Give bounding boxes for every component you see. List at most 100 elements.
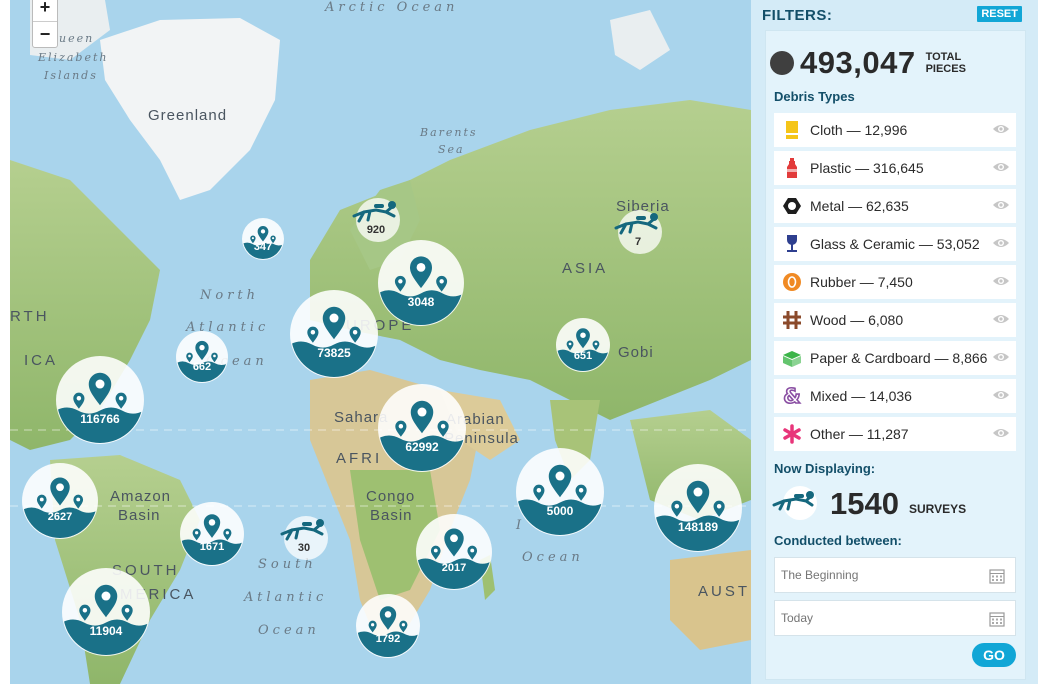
eye-icon[interactable] — [992, 275, 1010, 287]
survey-cluster[interactable]: 11904 — [62, 568, 150, 656]
cluster-count: 1792 — [375, 633, 401, 646]
debris-item[interactable]: & Mixed — 14,036 — [774, 379, 1016, 413]
survey-cluster[interactable]: 3048 — [378, 240, 464, 326]
cluster-count: 116766 — [80, 412, 120, 427]
map-label-amazon-2: Basin — [118, 507, 161, 524]
cluster-pin-icon — [378, 384, 466, 472]
debris-item-label: Wood — 6,080 — [810, 312, 904, 328]
debris-item-label: Paper & Cardboard — 8,866 — [810, 350, 988, 366]
cluster-count: 3048 — [407, 294, 435, 309]
diver-icon — [772, 486, 817, 520]
map-label-queen-elizabeth-2: Elizabeth — [38, 51, 109, 64]
survey-cluster[interactable]: 116766 — [56, 356, 144, 444]
cluster-count: 62992 — [405, 440, 439, 455]
map-label-greenland: Greenland — [148, 107, 228, 124]
zoom-control: + − — [32, 0, 58, 48]
diver-icon — [614, 210, 662, 254]
go-button[interactable]: GO — [972, 643, 1016, 667]
start-date-input[interactable] — [781, 568, 971, 582]
end-date-field[interactable] — [774, 600, 1016, 636]
surveys-count: 1540 SURVEYS — [770, 483, 966, 525]
cluster-count: 73825 — [317, 346, 351, 361]
total-pieces: 493,047 TOTAL PIECES — [770, 45, 966, 81]
eye-icon[interactable] — [992, 351, 1010, 363]
conducted-between-title: Conducted between: — [774, 533, 902, 548]
diver-marker[interactable]: 7 — [610, 204, 666, 260]
survey-cluster[interactable]: 2627 — [22, 463, 98, 539]
start-date-field[interactable] — [774, 557, 1016, 593]
survey-cluster[interactable]: 62992 — [378, 384, 466, 472]
glass-icon — [774, 227, 810, 261]
eye-icon[interactable] — [992, 199, 1010, 211]
debris-item[interactable]: Metal — 62,635 — [774, 189, 1016, 223]
debris-item-label: Plastic — 316,645 — [810, 160, 924, 176]
cluster-count: 2017 — [441, 561, 467, 574]
eye-icon[interactable] — [992, 313, 1010, 325]
eye-icon[interactable] — [992, 427, 1010, 439]
world-map[interactable]: + − Arctic Ocean Queen Elizabeth Islands Gre… — [10, 0, 751, 684]
debris-item-label: Mixed — 14,036 — [810, 388, 912, 404]
debris-item-label: Rubber — 7,450 — [810, 274, 913, 290]
cluster-pin-icon — [180, 502, 244, 566]
end-date-input[interactable] — [781, 611, 971, 625]
survey-cluster[interactable]: 347 — [242, 218, 284, 260]
survey-cluster[interactable]: 148189 — [654, 464, 742, 552]
zoom-out-button[interactable]: − — [33, 21, 57, 47]
calendar-icon[interactable] — [989, 568, 1005, 584]
debris-item[interactable]: Glass & Ceramic — 53,052 — [774, 227, 1016, 261]
map-label-south-atl-3: Ocean — [258, 623, 320, 638]
eye-icon[interactable] — [992, 123, 1010, 135]
cluster-pin-icon — [290, 290, 378, 378]
other-asterisk-icon — [774, 417, 810, 451]
reset-button[interactable]: RESET — [977, 6, 1022, 22]
debris-item[interactable]: Other — 11,287 — [774, 417, 1016, 451]
filters-panel: FILTERS: RESET 493,047 TOTAL PIECES Debr… — [751, 0, 1038, 684]
map-label-africa: AFRI — [336, 450, 383, 467]
wood-icon — [774, 303, 810, 337]
plastic-bottle-icon — [774, 151, 810, 185]
survey-cluster[interactable]: 662 — [176, 331, 228, 383]
debris-item[interactable]: Wood — 6,080 — [774, 303, 1016, 337]
diver-marker[interactable]: 920 — [348, 192, 404, 248]
now-displaying-title: Now Displaying: — [774, 461, 876, 476]
paper-box-icon — [774, 341, 810, 375]
survey-cluster[interactable]: 73825 — [290, 290, 378, 378]
surveys-value: 1540 — [830, 486, 899, 521]
debris-item[interactable]: Rubber — 7,450 — [774, 265, 1016, 299]
debris-types-title: Debris Types — [774, 89, 855, 104]
survey-cluster[interactable]: 2017 — [416, 514, 492, 590]
debris-item[interactable]: Plastic — 316,645 — [774, 151, 1016, 185]
map-label-congo: Congo — [366, 488, 416, 505]
survey-cluster[interactable]: 1671 — [180, 502, 244, 566]
total-dot-icon — [770, 51, 794, 75]
survey-cluster[interactable]: 5000 — [516, 448, 604, 536]
survey-cluster[interactable]: 1792 — [356, 594, 420, 658]
map-label-asia: ASIA — [562, 260, 609, 277]
cluster-pin-icon — [654, 464, 742, 552]
cluster-pin-icon — [516, 448, 604, 536]
metal-nut-icon — [774, 189, 810, 223]
calendar-icon[interactable] — [989, 611, 1005, 627]
map-label-indian-ocean: Ocean — [522, 550, 584, 565]
cluster-pin-icon — [416, 514, 492, 590]
cluster-pin-icon — [242, 218, 284, 260]
cluster-pin-icon — [556, 318, 610, 372]
debris-item[interactable]: Cloth — 12,996 — [774, 113, 1016, 147]
debris-item-label: Glass & Ceramic — 53,052 — [810, 236, 980, 252]
cluster-pin-icon — [176, 331, 228, 383]
cluster-pin-icon — [22, 463, 98, 539]
diver-marker[interactable]: 30 — [276, 510, 332, 566]
eye-icon[interactable] — [992, 237, 1010, 249]
cloth-icon — [774, 113, 810, 147]
debris-item-label: Metal — 62,635 — [810, 198, 909, 214]
debris-item-label: Other — 11,287 — [810, 426, 909, 442]
eye-icon[interactable] — [992, 161, 1010, 173]
debris-item-label: Cloth — 12,996 — [810, 122, 908, 138]
cluster-pin-icon — [356, 594, 420, 658]
eye-icon[interactable] — [992, 389, 1010, 401]
survey-cluster[interactable]: 651 — [556, 318, 610, 372]
debris-item[interactable]: Paper & Cardboard — 8,866 — [774, 341, 1016, 375]
zoom-in-button[interactable]: + — [33, 0, 57, 21]
diver-icon — [280, 516, 328, 560]
cluster-pin-icon — [56, 356, 144, 444]
